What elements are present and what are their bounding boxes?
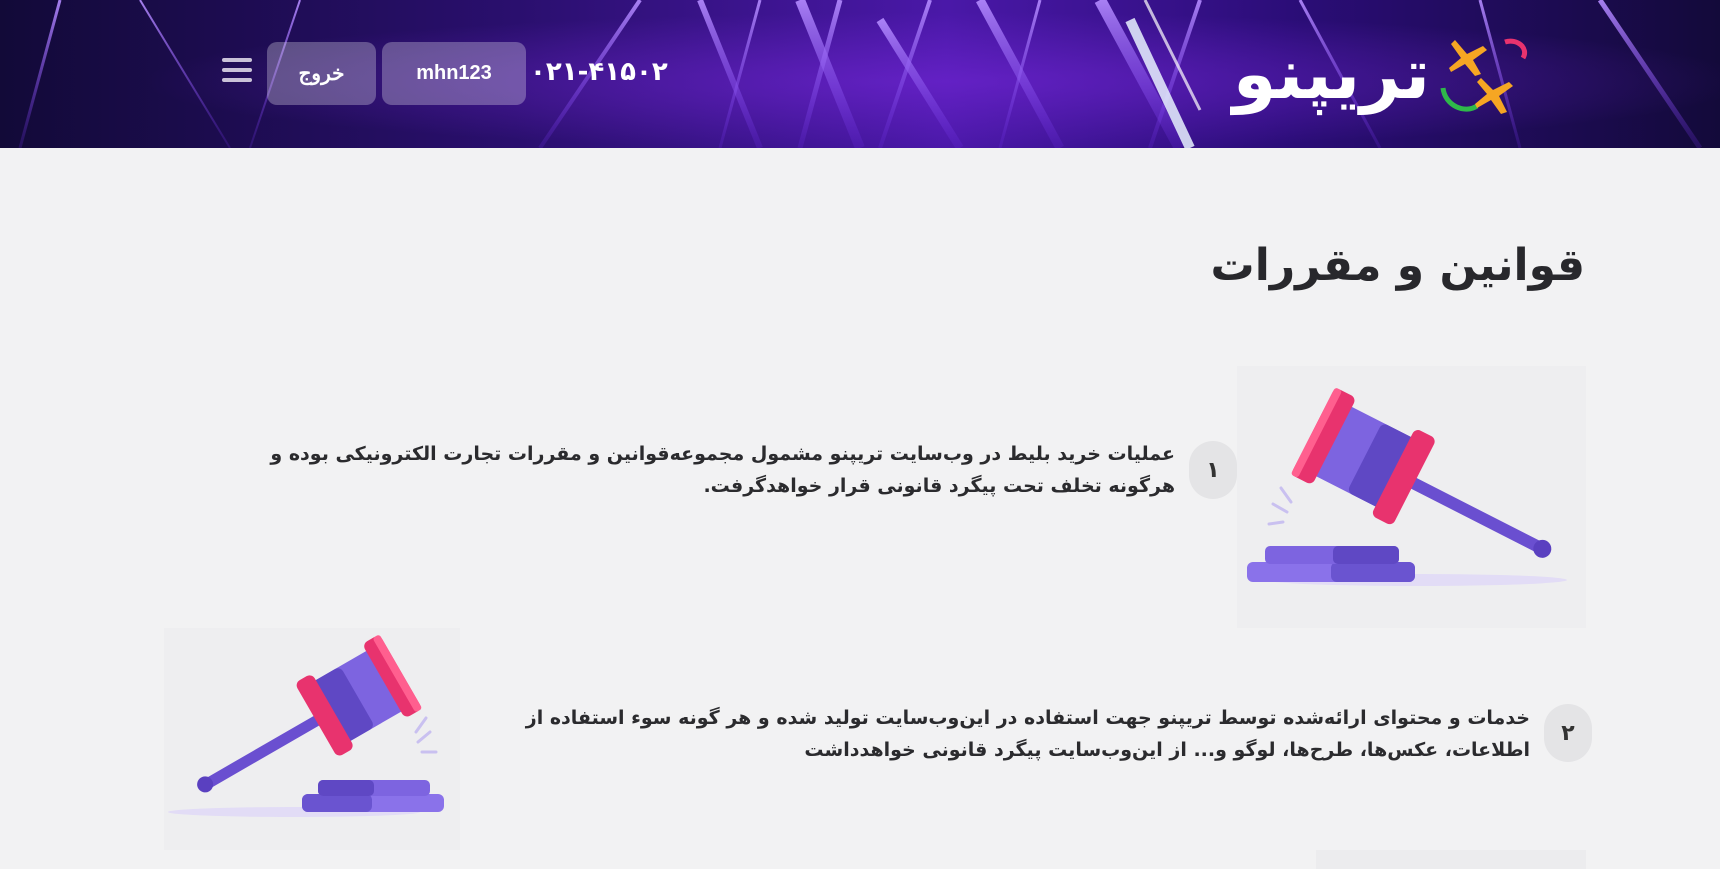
page-title: قوانین و مقررات bbox=[1210, 240, 1585, 291]
brand[interactable]: تریپنو bbox=[1233, 14, 1430, 134]
gavel-icon bbox=[168, 635, 444, 817]
rule-1-text: عملیات خرید بلیط در وب‌سایت تریپنو مشمول… bbox=[270, 443, 1175, 497]
rule-1-image bbox=[1237, 366, 1586, 628]
support-phone[interactable]: ۰۲۱-۴۱۵۰۲ bbox=[530, 52, 668, 92]
plane-logo-icon[interactable] bbox=[1435, 28, 1535, 124]
logout-button[interactable]: خروج bbox=[267, 42, 376, 105]
rule-2-image bbox=[164, 628, 460, 850]
user-account-button[interactable]: mhn123 bbox=[382, 42, 526, 105]
brand-name: تریپنو bbox=[1232, 33, 1430, 115]
rule-1-number: ۱ bbox=[1189, 441, 1237, 499]
rule-2-number: ۲ bbox=[1544, 704, 1592, 762]
hamburger-menu-icon[interactable] bbox=[222, 58, 252, 84]
site-header: تریپنو ۰۲۱-۴۱۵۰۲ mhn123 خروج bbox=[0, 0, 1720, 148]
rule-3-image bbox=[1316, 850, 1586, 869]
gavel-icon bbox=[1247, 388, 1567, 586]
rule-2-text: خدمات و محتوای ارائه‌شده توسط تریپنو جهت… bbox=[525, 707, 1530, 761]
